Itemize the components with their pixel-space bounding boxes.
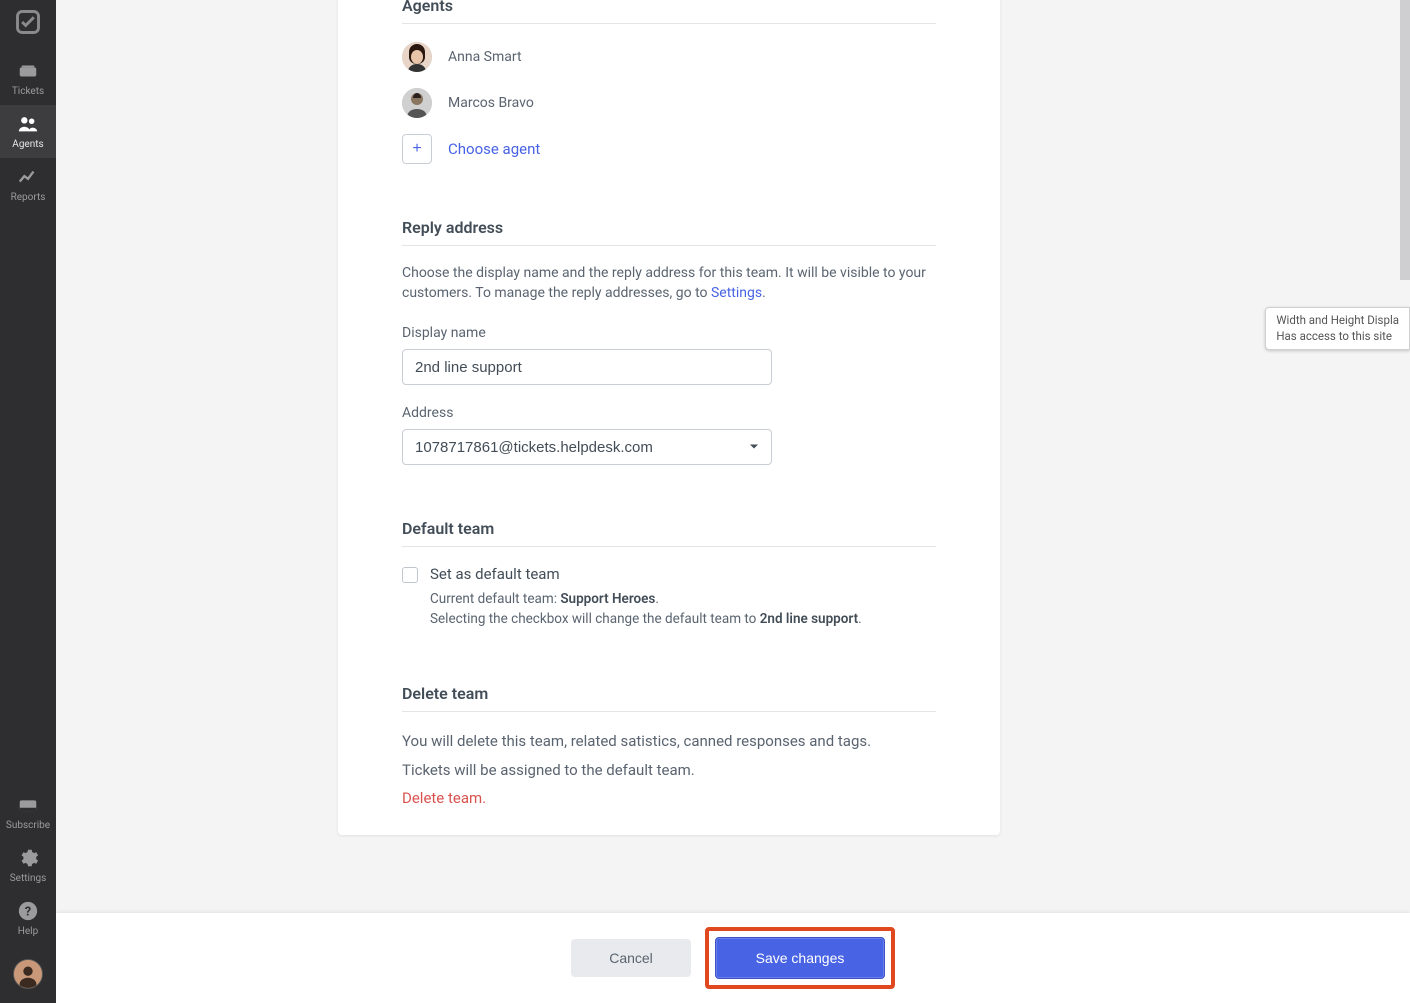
sidebar-item-label: Reports (11, 192, 46, 203)
team-settings-panel: Agents Anna Smart Marcos Bravo + Choose … (338, 0, 1000, 835)
display-name-input[interactable] (402, 349, 772, 385)
sidebar-item-help[interactable]: ? Help (0, 892, 56, 945)
agents-icon (17, 113, 39, 135)
help-text: Choose the display name and the reply ad… (402, 264, 936, 303)
choose-agent-link[interactable]: Choose agent (448, 140, 540, 158)
page: Agents Anna Smart Marcos Bravo + Choose … (56, 0, 1410, 1003)
delete-team-section: Delete team You will delete this team, r… (338, 684, 1000, 808)
svg-text:?: ? (25, 905, 31, 920)
sidebar-item-tickets[interactable]: Tickets (0, 52, 56, 105)
agent-avatar (402, 88, 432, 118)
choose-agent-row: + Choose agent (402, 134, 936, 164)
sidebar-item-subscribe[interactable]: Subscribe (0, 786, 56, 839)
cancel-button[interactable]: Cancel (571, 939, 691, 977)
default-team-subtext: Current default team: Support Heroes. Se… (430, 589, 936, 630)
reply-address-section: Reply address Choose the display name an… (338, 218, 1000, 465)
agent-row: Marcos Bravo (402, 88, 936, 118)
divider (402, 546, 936, 547)
tickets-icon (17, 60, 39, 82)
divider (402, 711, 936, 712)
sidebar-item-label: Agents (12, 139, 43, 150)
section-title: Delete team (402, 684, 936, 703)
footer-bar: Cancel Save changes (56, 913, 1410, 1003)
divider (402, 23, 936, 24)
extension-tooltip: Width and Height Displa Has access to th… (1265, 307, 1410, 350)
agent-name: Marcos Bravo (448, 95, 534, 111)
sidebar-item-reports[interactable]: Reports (0, 158, 56, 211)
sidebar-item-agents[interactable]: Agents (0, 105, 56, 158)
save-button[interactable]: Save changes (715, 937, 885, 979)
app-logo-icon (14, 8, 42, 36)
scrollbar[interactable] (1400, 0, 1410, 280)
field-label: Display name (402, 325, 936, 341)
section-title: Agents (402, 0, 936, 15)
agents-section: Agents Anna Smart Marcos Bravo + Choose … (338, 0, 1000, 164)
agent-avatar (402, 42, 432, 72)
divider (402, 245, 936, 246)
save-button-highlight: Save changes (705, 927, 895, 989)
section-title: Reply address (402, 218, 936, 237)
current-user-avatar[interactable] (13, 959, 43, 989)
subscribe-icon (17, 794, 39, 816)
agent-row: Anna Smart (402, 42, 936, 72)
sidebar-item-label: Tickets (12, 86, 44, 97)
field-label: Address (402, 405, 936, 421)
sidebar-item-label: Help (18, 926, 38, 937)
sidebar-item-label: Settings (10, 873, 47, 884)
checkbox-label: Set as default team (430, 565, 560, 583)
default-team-section: Default team Set as default team Current… (338, 519, 1000, 630)
address-select-value[interactable] (402, 429, 772, 465)
default-team-checkbox[interactable] (402, 567, 418, 583)
add-agent-button[interactable]: + (402, 134, 432, 164)
sidebar-item-settings[interactable]: Settings (0, 839, 56, 892)
address-select[interactable] (402, 429, 772, 465)
delete-team-text2: Tickets will be assigned to the default … (402, 759, 936, 782)
sidebar: Tickets Agents Reports Subscribe Setting… (0, 0, 56, 1003)
default-team-checkbox-row: Set as default team (402, 565, 936, 583)
gear-icon (17, 847, 39, 869)
section-title: Default team (402, 519, 936, 538)
help-icon: ? (17, 900, 39, 922)
sidebar-item-label: Subscribe (6, 820, 50, 831)
reports-icon (17, 166, 39, 188)
delete-team-link[interactable]: Delete team. (402, 789, 486, 807)
settings-link[interactable]: Settings (711, 285, 762, 301)
delete-team-text: You will delete this team, related satis… (402, 730, 936, 753)
agent-name: Anna Smart (448, 49, 522, 65)
